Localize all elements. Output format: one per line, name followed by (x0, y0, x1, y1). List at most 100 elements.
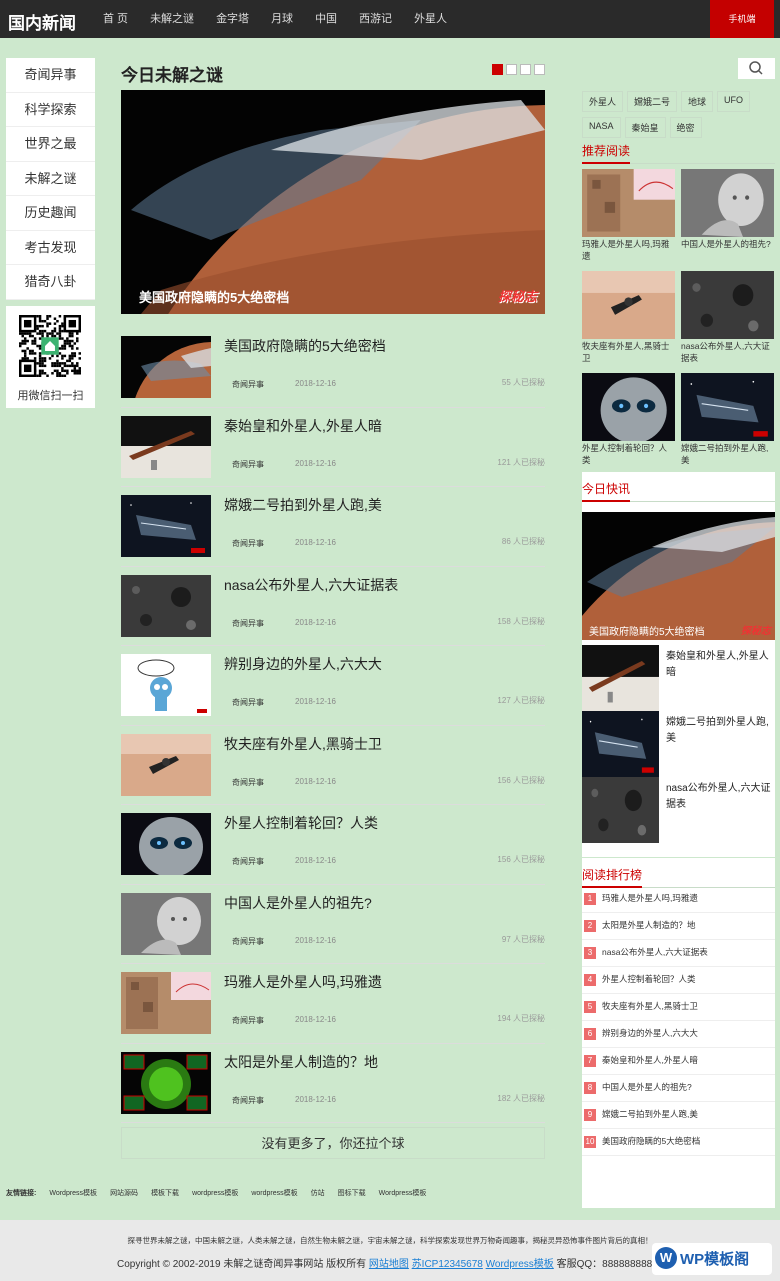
article-row[interactable]: 辨别身边的外星人,六大大 奇闻异事 2018-12-16 127 人已探秘 (121, 646, 545, 726)
friend-link[interactable]: 图标下载 (338, 1188, 366, 1198)
tag-link[interactable]: 嫦娥二号 (627, 91, 678, 112)
rank-item[interactable]: 6 辨别身边的外星人,六大大 (582, 1021, 775, 1048)
article-title[interactable]: 玛雅人是外星人吗,玛雅遗 (224, 972, 382, 992)
article-row[interactable]: 秦始皇和外星人,外星人暗 奇闻异事 2018-12-16 121 人已探秘 (121, 408, 545, 487)
kuaixun-title[interactable]: 嫦娥二号拍到外星人跑,美 (666, 715, 774, 747)
article-row[interactable]: 中国人是外星人的祖先? 奇闻异事 2018-12-16 97 人已探秘 (121, 885, 545, 964)
slider-dot[interactable] (492, 64, 503, 75)
nav-item[interactable]: 外星人 (403, 0, 458, 38)
left-nav-item[interactable]: 科学探索 (6, 93, 95, 127)
recommend-title[interactable]: 中国人是外星人的祖先? (681, 238, 774, 250)
recommend-item[interactable]: 嫦娥二号拍到外星人跑,美 (681, 373, 774, 466)
tag-link[interactable]: 外星人 (582, 91, 624, 112)
recommend-item[interactable]: 牧夫座有外星人,黑骑士卫 (582, 271, 675, 364)
recommend-item[interactable]: 中国人是外星人的祖先? (681, 169, 774, 250)
recommend-title[interactable]: 牧夫座有外星人,黑骑士卫 (582, 340, 675, 364)
article-category[interactable]: 奇闻异事 (232, 538, 264, 549)
article-category[interactable]: 奇闻异事 (232, 459, 264, 470)
load-more[interactable]: 没有更多了，你还拉个球 (121, 1127, 545, 1159)
rank-title[interactable]: 美国政府隐瞒的5大绝密档 (602, 1135, 700, 1147)
article-row[interactable]: nasa公布外星人,六大证据表 奇闻异事 2018-12-16 158 人已探秘 (121, 567, 545, 646)
rank-title[interactable]: 嫦娥二号拍到外星人跑,美 (602, 1108, 698, 1120)
article-title[interactable]: 外星人控制着轮回？人类 (224, 813, 378, 833)
article-title[interactable]: 中国人是外星人的祖先? (224, 893, 372, 913)
article-row[interactable]: 嫦娥二号拍到外星人跑,美 奇闻异事 2018-12-16 86 人已探秘 (121, 487, 545, 567)
rank-item[interactable]: 3 nasa公布外星人,六大证据表 (582, 940, 775, 967)
rank-item[interactable]: 4 外星人控制着轮回？人类 (582, 967, 775, 994)
article-thumb[interactable] (121, 574, 211, 637)
article-row[interactable]: 美国政府隐瞒的5大绝密档 奇闻异事 2018-12-16 55 人已探秘 (121, 328, 545, 408)
recommend-thumb[interactable] (582, 373, 675, 441)
rank-item[interactable]: 7 秦始皇和外星人,外星人暗 (582, 1048, 775, 1075)
rank-item[interactable]: 1 玛雅人是外星人吗,玛雅遗 (582, 886, 775, 913)
article-category[interactable]: 奇闻异事 (232, 697, 264, 708)
tag-link[interactable]: NASA (582, 117, 621, 138)
article-thumb[interactable] (121, 1051, 211, 1114)
nav-item[interactable]: 西游记 (348, 0, 403, 38)
hero-caption[interactable]: 美国政府隐瞒的5大绝密档 (139, 287, 289, 306)
tag-link[interactable]: 地球 (681, 91, 714, 112)
left-nav-item[interactable]: 猎奇八卦 (6, 265, 95, 300)
article-thumb[interactable] (121, 654, 211, 716)
left-nav-item[interactable]: 世界之最 (6, 127, 95, 162)
kuaixun-item[interactable]: 秦始皇和外星人,外星人暗 (582, 645, 775, 711)
tag-link[interactable]: 秦始皇 (624, 117, 666, 138)
friend-link[interactable]: 仿站 (311, 1188, 325, 1198)
friend-link[interactable]: Wordpress模板 (49, 1188, 97, 1198)
recommend-thumb[interactable] (681, 271, 774, 339)
article-title[interactable]: 牧夫座有外星人,黑骑士卫 (224, 734, 382, 754)
rank-item[interactable]: 5 牧夫座有外星人,黑骑士卫 (582, 994, 775, 1021)
article-title[interactable]: 太阳是外星人制造的？地 (224, 1052, 378, 1072)
kuaixun-hero-caption[interactable]: 美国政府隐瞒的5大绝密档 (589, 623, 705, 638)
recommend-thumb[interactable] (582, 169, 675, 237)
friend-link[interactable]: 网站源码 (110, 1188, 138, 1198)
rank-title[interactable]: 外星人控制着轮回？人类 (602, 973, 696, 985)
wp-badge[interactable]: W WP模板阁 (652, 1243, 772, 1275)
recommend-title[interactable]: 外星人控制着轮回？人类 (582, 442, 675, 466)
nav-item[interactable]: 中国 (304, 0, 348, 38)
article-category[interactable]: 奇闻异事 (232, 856, 264, 867)
recommend-thumb[interactable] (681, 373, 774, 441)
recommend-title[interactable]: 嫦娥二号拍到外星人跑,美 (681, 442, 774, 466)
rank-title[interactable]: 秦始皇和外星人,外星人暗 (602, 1054, 698, 1066)
recommend-item[interactable]: 玛雅人是外星人吗,玛雅遗 (582, 169, 675, 262)
nav-item[interactable]: 首 页 (92, 0, 139, 38)
friend-link[interactable]: wordpress模板 (251, 1188, 297, 1198)
left-nav-item[interactable]: 奇闻异事 (6, 58, 95, 93)
article-thumb[interactable] (121, 495, 211, 557)
article-title[interactable]: 美国政府隐瞒的5大绝密档 (224, 336, 386, 356)
rank-item[interactable]: 10 美国政府隐瞒的5大绝密档 (582, 1129, 775, 1156)
left-nav-item[interactable]: 考古发现 (6, 231, 95, 265)
rank-item[interactable]: 9 嫦娥二号拍到外星人跑,美 (582, 1102, 775, 1129)
article-category[interactable]: 奇闻异事 (232, 379, 264, 390)
nav-item[interactable]: 月球 (260, 0, 304, 38)
article-thumb[interactable] (121, 733, 211, 796)
article-thumb[interactable] (121, 892, 211, 955)
left-nav-item[interactable]: 未解之谜 (6, 162, 95, 196)
recommend-title[interactable]: nasa公布外星人,六大证据表 (681, 340, 774, 364)
hero-slide[interactable]: 美国政府隐瞒的5大绝密档 探秘志 (121, 90, 545, 314)
rank-title[interactable]: 太阳是外星人制造的？地 (602, 919, 696, 931)
article-title[interactable]: nasa公布外星人,六大证据表 (224, 575, 398, 595)
kuaixun-hero[interactable]: 美国政府隐瞒的5大绝密档 探秘志 (582, 512, 775, 640)
mobile-button[interactable]: 手机端 (710, 0, 774, 38)
kuaixun-item[interactable]: nasa公布外星人,六大证据表 (582, 777, 775, 843)
icp-link[interactable]: 苏ICP12345678 (412, 1259, 483, 1270)
article-row[interactable]: 外星人控制着轮回？人类 奇闻异事 2018-12-16 156 人已探秘 (121, 805, 545, 885)
article-title[interactable]: 嫦娥二号拍到外星人跑,美 (224, 495, 382, 515)
kuaixun-title[interactable]: nasa公布外星人,六大证据表 (666, 781, 774, 813)
article-title[interactable]: 辨别身边的外星人,六大大 (224, 654, 382, 674)
article-thumb[interactable] (121, 972, 211, 1034)
article-row[interactable]: 牧夫座有外星人,黑骑士卫 奇闻异事 2018-12-16 156 人已探秘 (121, 726, 545, 805)
article-title[interactable]: 秦始皇和外星人,外星人暗 (224, 416, 382, 436)
friend-link[interactable]: wordpress模板 (192, 1188, 238, 1198)
recommend-item[interactable]: nasa公布外星人,六大证据表 (681, 271, 774, 364)
rank-title[interactable]: nasa公布外星人,六大证据表 (602, 946, 708, 958)
kuaixun-thumb[interactable] (582, 711, 659, 777)
article-category[interactable]: 奇闻异事 (232, 777, 264, 788)
slider-dot[interactable] (506, 64, 517, 75)
nav-item[interactable]: 金字塔 (205, 0, 260, 38)
recommend-thumb[interactable] (681, 169, 774, 237)
slider-dot[interactable] (520, 64, 531, 75)
article-thumb[interactable] (121, 415, 211, 478)
